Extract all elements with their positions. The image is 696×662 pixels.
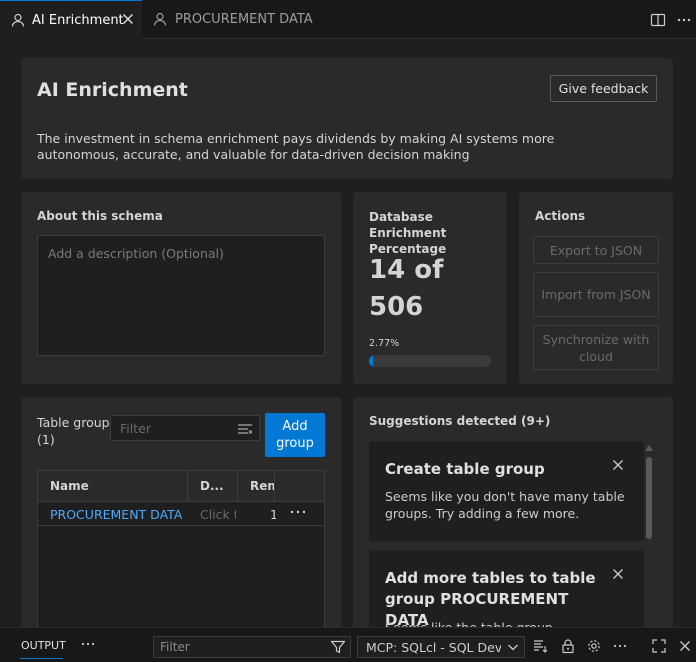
- output-filter-input[interactable]: Filter: [153, 636, 351, 658]
- suggestion-text: Seems like you don't have many table gro…: [385, 489, 625, 521]
- enrichment-percent: 2.77%: [369, 338, 400, 349]
- suggestions-panel: Suggestions detected (9+) Create table g…: [353, 397, 673, 637]
- schema-description-input[interactable]: Add a description (Optional): [37, 235, 325, 356]
- column-resize-handle[interactable]: [274, 471, 275, 502]
- user-icon: [10, 12, 26, 28]
- suggestions-count: (9+): [520, 414, 551, 428]
- output-panel-bar: OUTPUT Filter MCP: SQLcl - SQL Developer: [0, 627, 696, 662]
- split-editor-icon[interactable]: [650, 12, 666, 28]
- tab-output[interactable]: OUTPUT: [21, 639, 66, 652]
- enrichment-percentage-panel: Database Enrichment Percentage 14 of 506…: [353, 192, 507, 384]
- add-group-button[interactable]: Add group: [265, 413, 325, 457]
- maximize-icon[interactable]: [651, 638, 667, 654]
- export-json-button[interactable]: Export to JSON: [533, 236, 659, 264]
- tab-procurement-data[interactable]: PROCUREMENT DATA: [143, 0, 313, 39]
- lock-icon[interactable]: [560, 638, 576, 654]
- column-header-description[interactable]: D...: [200, 479, 224, 493]
- output-filter-placeholder: Filter: [160, 640, 190, 654]
- enrichment-count: 14 of 506: [369, 255, 444, 322]
- close-icon[interactable]: [610, 566, 626, 582]
- enrichment-progress-bar: [369, 355, 491, 367]
- table-groups-table: Name D... Rem PROCUREMENT DATA Click to …: [37, 470, 325, 637]
- synchronize-cloud-button[interactable]: Synchronize with cloud: [533, 325, 659, 370]
- page-title: AI Enrichment: [37, 79, 188, 101]
- column-resize-handle[interactable]: [187, 471, 188, 502]
- table-groups-filter-input[interactable]: Filter: [110, 415, 260, 441]
- suggestions-label: Suggestions detected: [369, 414, 517, 428]
- enrichment-progress-fill: [369, 355, 373, 367]
- suggestions-title: Suggestions detected (9+): [369, 414, 550, 428]
- table-header: Name D... Rem: [38, 471, 324, 502]
- close-icon[interactable]: [119, 10, 137, 28]
- more-actions-icon[interactable]: [612, 638, 628, 654]
- page-description: The investment in schema enrichment pays…: [37, 131, 555, 162]
- user-icon: [152, 11, 168, 27]
- active-tab-indicator: [20, 658, 63, 659]
- tab-label: PROCUREMENT DATA: [175, 12, 313, 27]
- scroll-up-icon[interactable]: [645, 445, 653, 451]
- table-row[interactable]: PROCUREMENT DATA Click to 1: [38, 502, 324, 526]
- output-channel-value: MCP: SQLcl - SQL Developer: [366, 640, 501, 655]
- scrollbar-thumb[interactable]: [646, 457, 652, 539]
- suggestion-card: Add more tables to table group PROCUREME…: [369, 550, 644, 637]
- enrichment-title: Database Enrichment Percentage: [369, 210, 447, 256]
- header-panel: AI Enrichment Give feedback The investme…: [21, 58, 673, 179]
- row-more-icon[interactable]: [289, 504, 307, 520]
- actions-panel: Actions Export to JSON Import from JSON …: [519, 192, 673, 384]
- close-icon[interactable]: [677, 638, 693, 654]
- more-actions-icon[interactable]: [676, 12, 692, 28]
- suggestions-scrollbar[interactable]: [645, 441, 653, 637]
- about-schema-panel: About this schema Add a description (Opt…: [21, 192, 341, 384]
- give-feedback-button[interactable]: Give feedback: [550, 75, 657, 102]
- gear-icon[interactable]: [586, 638, 602, 654]
- suggestion-title: Create table group: [385, 460, 545, 478]
- group-description-cell[interactable]: Click to: [200, 507, 236, 522]
- group-remove-cell[interactable]: 1: [270, 507, 276, 522]
- editor-tab-bar: AI Enrichment PROCUREMENT DATA: [0, 0, 696, 39]
- tab-label: AI Enrichment: [32, 13, 124, 28]
- tab-ai-enrichment[interactable]: AI Enrichment: [0, 0, 142, 39]
- clear-output-icon[interactable]: [533, 638, 549, 654]
- more-views-icon[interactable]: [80, 636, 96, 652]
- actions-title: Actions: [535, 209, 586, 223]
- suggestion-card: Create table group Seems like you don't …: [369, 441, 644, 541]
- chevron-down-icon: [506, 640, 520, 654]
- filter-placeholder: Filter: [120, 421, 151, 436]
- close-icon[interactable]: [610, 457, 626, 473]
- about-schema-title: About this schema: [37, 209, 163, 223]
- import-json-button[interactable]: Import from JSON: [533, 272, 659, 317]
- column-resize-handle[interactable]: [237, 471, 238, 502]
- clear-filter-icon[interactable]: [237, 421, 253, 437]
- column-header-name[interactable]: Name: [50, 479, 89, 493]
- table-groups-panel: Table groups (1) Filter Add group Name D…: [21, 397, 341, 637]
- filter-icon[interactable]: [330, 639, 346, 655]
- column-header-remove[interactable]: Rem: [250, 479, 274, 493]
- table-groups-title: Table groups (1): [37, 415, 117, 447]
- output-channel-select[interactable]: MCP: SQLcl - SQL Developer: [357, 636, 525, 658]
- group-name-link[interactable]: PROCUREMENT DATA: [50, 507, 182, 522]
